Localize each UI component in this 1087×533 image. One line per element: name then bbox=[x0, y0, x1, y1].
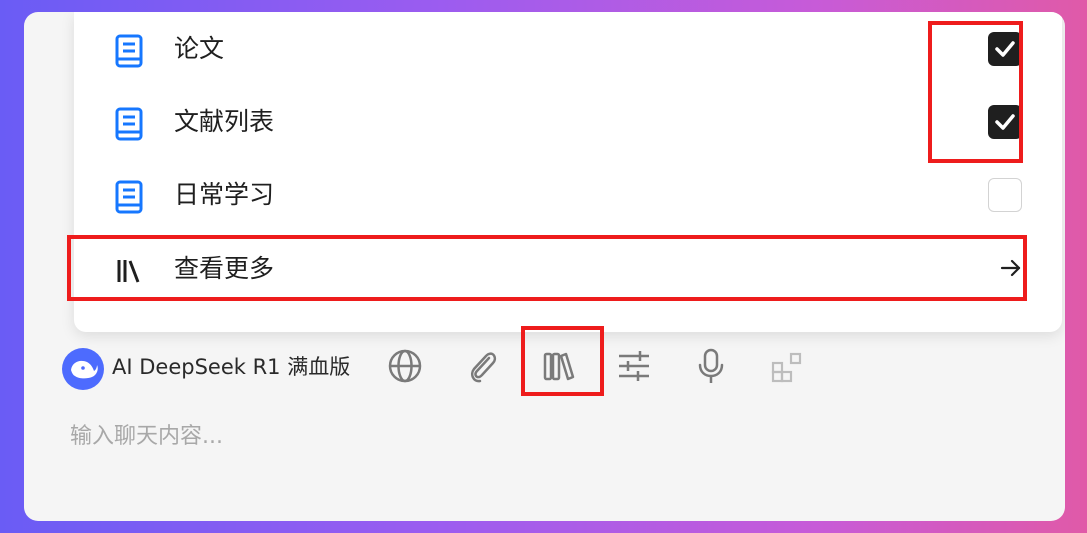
menu-item-label: 论文 bbox=[174, 34, 225, 63]
checkbox-unchecked[interactable] bbox=[988, 178, 1022, 212]
menu-item-1[interactable]: 论文 bbox=[74, 16, 1062, 80]
annotation-library-highlight bbox=[521, 326, 604, 396]
menu-item-label: 文献列表 bbox=[174, 107, 275, 136]
sliders-icon[interactable] bbox=[614, 346, 654, 386]
apps-icon[interactable] bbox=[768, 346, 808, 386]
document-icon bbox=[114, 107, 144, 141]
annotation-checkbox-highlight bbox=[928, 21, 1023, 163]
globe-icon[interactable] bbox=[385, 346, 425, 386]
model-name: AI DeepSeek R1 满血版 bbox=[112, 355, 351, 379]
document-icon bbox=[114, 34, 144, 68]
menu-item-2[interactable]: 文献列表 bbox=[74, 89, 1062, 153]
menu-item-3[interactable]: 日常学习 bbox=[74, 162, 1062, 226]
deepseek-whale-icon bbox=[62, 348, 104, 390]
annotation-view-more-highlight bbox=[67, 235, 1027, 301]
menu-item-label: 日常学习 bbox=[174, 180, 275, 209]
paperclip-icon[interactable] bbox=[462, 346, 502, 386]
document-icon bbox=[114, 180, 144, 214]
microphone-icon[interactable] bbox=[691, 346, 731, 386]
chat-input[interactable]: 输入聊天内容... bbox=[70, 422, 223, 452]
